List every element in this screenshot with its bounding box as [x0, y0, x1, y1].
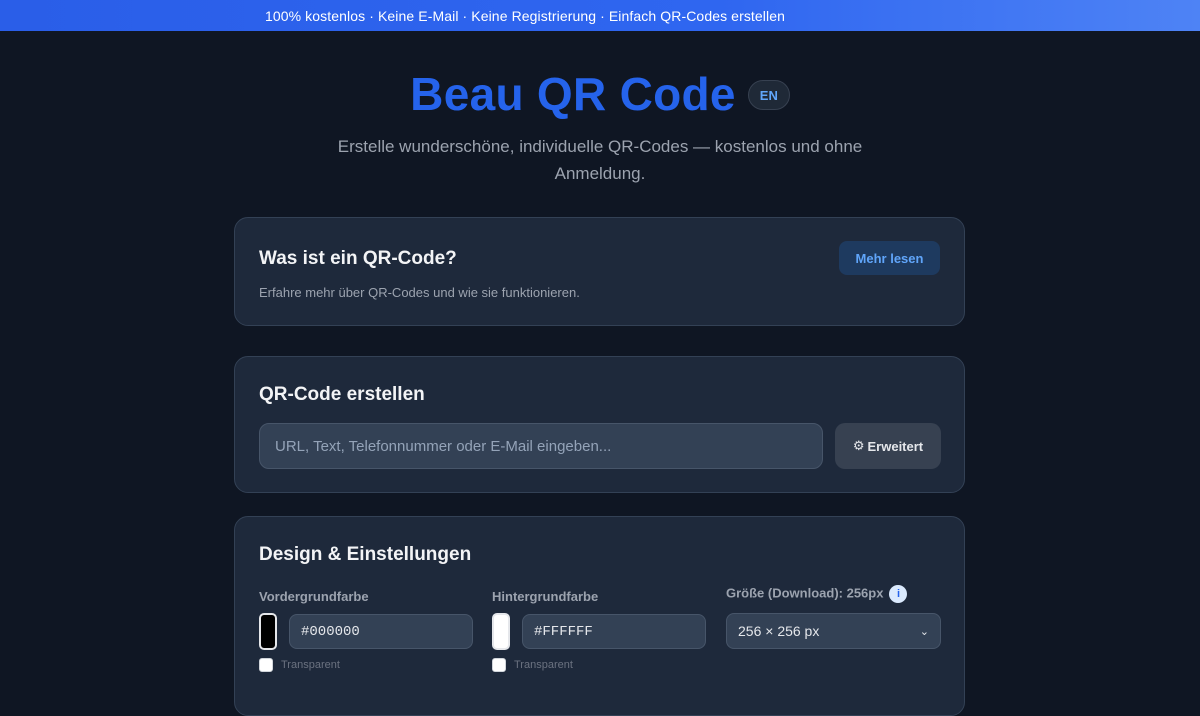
- info-card-title: Was ist ein QR-Code?: [259, 248, 457, 269]
- design-card: Design & Einstellungen Vordergrundfarbe …: [234, 516, 965, 716]
- size-label: Größe (Download): 256px: [726, 585, 884, 601]
- chevron-down-icon: ⌄: [919, 625, 929, 638]
- top-banner: 100% kostenlos · Keine E-Mail · Keine Re…: [0, 0, 1200, 31]
- hero: Beau QR Code EN Erstelle wunderschöne, i…: [0, 69, 1200, 187]
- language-toggle-button[interactable]: EN: [747, 80, 790, 110]
- info-card-description: Erfahre mehr über QR-Codes und wie sie f…: [259, 285, 580, 300]
- foreground-color-swatch[interactable]: [259, 613, 277, 650]
- title-row: Beau QR Code EN: [0, 69, 1200, 119]
- background-transparent-row: Transparent: [492, 658, 573, 672]
- background-hex-input[interactable]: #FFFFFF: [522, 614, 706, 649]
- page-title: Beau QR Code: [410, 68, 736, 120]
- size-select[interactable]: 256 × 256 px ⌄: [726, 613, 941, 649]
- background-transparent-checkbox[interactable]: [492, 658, 506, 672]
- background-color-swatch[interactable]: [492, 613, 510, 650]
- advanced-button[interactable]: ⚙ Erweitert: [835, 423, 941, 469]
- info-icon[interactable]: i: [889, 585, 908, 603]
- gear-icon: ⚙: [852, 438, 865, 453]
- info-card: Was ist ein QR-Code? Erfahre mehr über Q…: [234, 217, 965, 326]
- design-card-title: Design & Einstellungen: [259, 544, 472, 565]
- read-more-button[interactable]: Mehr lesen: [839, 241, 940, 275]
- advanced-button-label: Erweitert: [867, 438, 924, 454]
- foreground-transparent-checkbox[interactable]: [259, 658, 273, 672]
- foreground-transparent-label: Transparent: [281, 659, 340, 671]
- size-label-row: Größe (Download): 256px i: [726, 585, 908, 603]
- banner-text: 100% kostenlos · Keine E-Mail · Keine Re…: [264, 7, 785, 24]
- foreground-hex-input[interactable]: #000000: [289, 614, 473, 649]
- foreground-transparent-row: Transparent: [259, 658, 340, 672]
- background-label: Hintergrundfarbe: [492, 589, 599, 604]
- create-card-title: QR-Code erstellen: [259, 384, 425, 405]
- foreground-label: Vordergrundfarbe: [259, 589, 369, 604]
- background-transparent-label: Transparent: [514, 659, 573, 671]
- page-subtitle: Erstelle wunderschöne, individuelle QR-C…: [337, 137, 863, 183]
- create-card: QR-Code erstellen ⚙ Erweitert: [234, 356, 965, 493]
- content-input[interactable]: [259, 423, 823, 469]
- size-select-value: 256 × 256 px: [738, 623, 820, 639]
